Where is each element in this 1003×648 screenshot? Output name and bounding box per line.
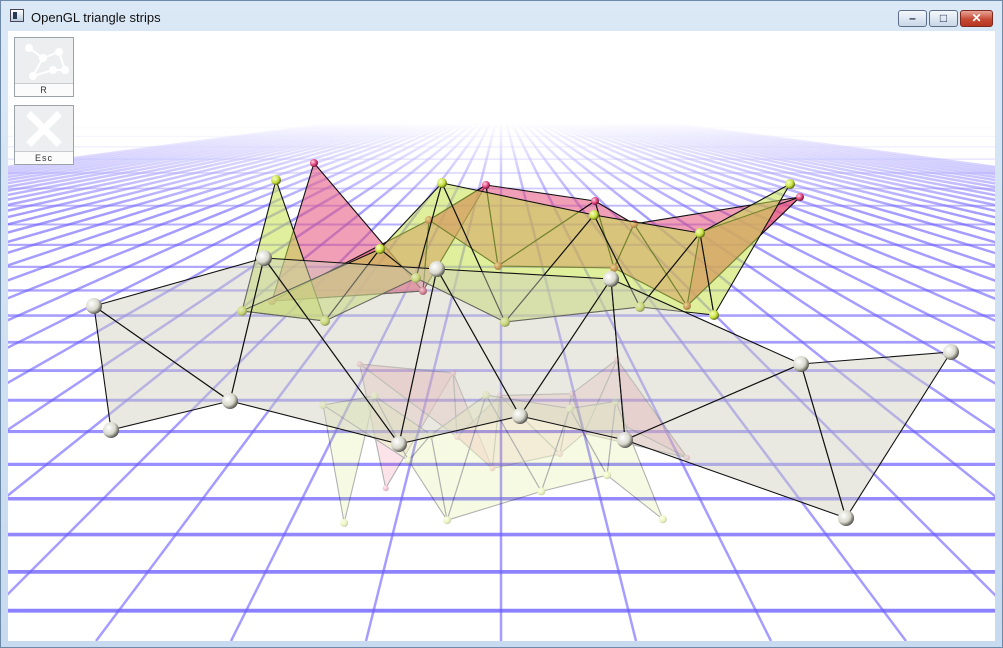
grey-strip-vertex[interactable] [603, 271, 619, 287]
grey-strip-vertex[interactable] [512, 408, 528, 424]
grey-strip-vertex[interactable] [391, 436, 407, 452]
lime-strip-vertex[interactable] [437, 178, 447, 188]
escape-button[interactable]: Esc [14, 105, 74, 165]
opengl-viewport[interactable]: R Esc [8, 31, 995, 641]
grey-strip-vertex[interactable] [617, 432, 633, 448]
grey-strip-vertex[interactable] [943, 344, 959, 360]
grey-strip-vertex[interactable] [793, 356, 809, 372]
lime-strip-vertex[interactable] [589, 210, 599, 220]
lime-strip-vertex[interactable] [271, 175, 281, 185]
app-window: OpenGL triangle strips – □ ✕ R Esc [0, 0, 1003, 648]
minimize-icon: – [909, 11, 916, 25]
close-button[interactable]: ✕ [960, 10, 993, 27]
window-title: OpenGL triangle strips [31, 10, 161, 25]
lime-strip-vertex[interactable] [375, 244, 385, 254]
lime-reflection-vertex[interactable] [404, 456, 413, 465]
grey-strip-vertex[interactable] [256, 250, 272, 266]
lime-reflection-vertex[interactable] [603, 471, 612, 480]
reset-button[interactable]: R [14, 37, 74, 97]
pink-strip-vertex[interactable] [310, 159, 318, 167]
grey-strip-vertex[interactable] [838, 510, 854, 526]
lime-reflection-vertex[interactable] [658, 515, 667, 524]
escape-label: Esc [15, 151, 73, 164]
grey-strip-vertex[interactable] [103, 422, 119, 438]
lime-reflection-vertex[interactable] [443, 516, 452, 525]
title-bar[interactable]: OpenGL triangle strips – □ ✕ [1, 1, 1002, 31]
lime-strip-vertex[interactable] [695, 228, 705, 238]
grey-strip-vertex[interactable] [86, 298, 102, 314]
maximize-icon: □ [939, 11, 948, 25]
lime-strip-vertex[interactable] [709, 310, 719, 320]
app-icon[interactable] [10, 9, 24, 22]
pink-reflection-vertex[interactable] [382, 485, 389, 492]
reset-label: R [15, 83, 73, 96]
lime-reflection-vertex[interactable] [537, 487, 546, 496]
close-icon: ✕ [971, 11, 982, 25]
pink-strip-vertex[interactable] [591, 197, 599, 205]
network-reset-icon [25, 44, 69, 80]
minimize-button[interactable]: – [898, 10, 927, 27]
lime-reflection-vertex[interactable] [340, 518, 349, 527]
scene-canvas[interactable] [8, 31, 995, 641]
pink-strip-vertex[interactable] [482, 181, 490, 189]
lime-strip-vertex[interactable] [785, 179, 795, 189]
grey-strip-vertex[interactable] [429, 261, 445, 277]
maximize-button[interactable]: □ [929, 10, 958, 27]
close-x-icon [26, 111, 62, 147]
grey-strip-vertex[interactable] [222, 393, 238, 409]
pink-strip-vertex[interactable] [796, 193, 804, 201]
